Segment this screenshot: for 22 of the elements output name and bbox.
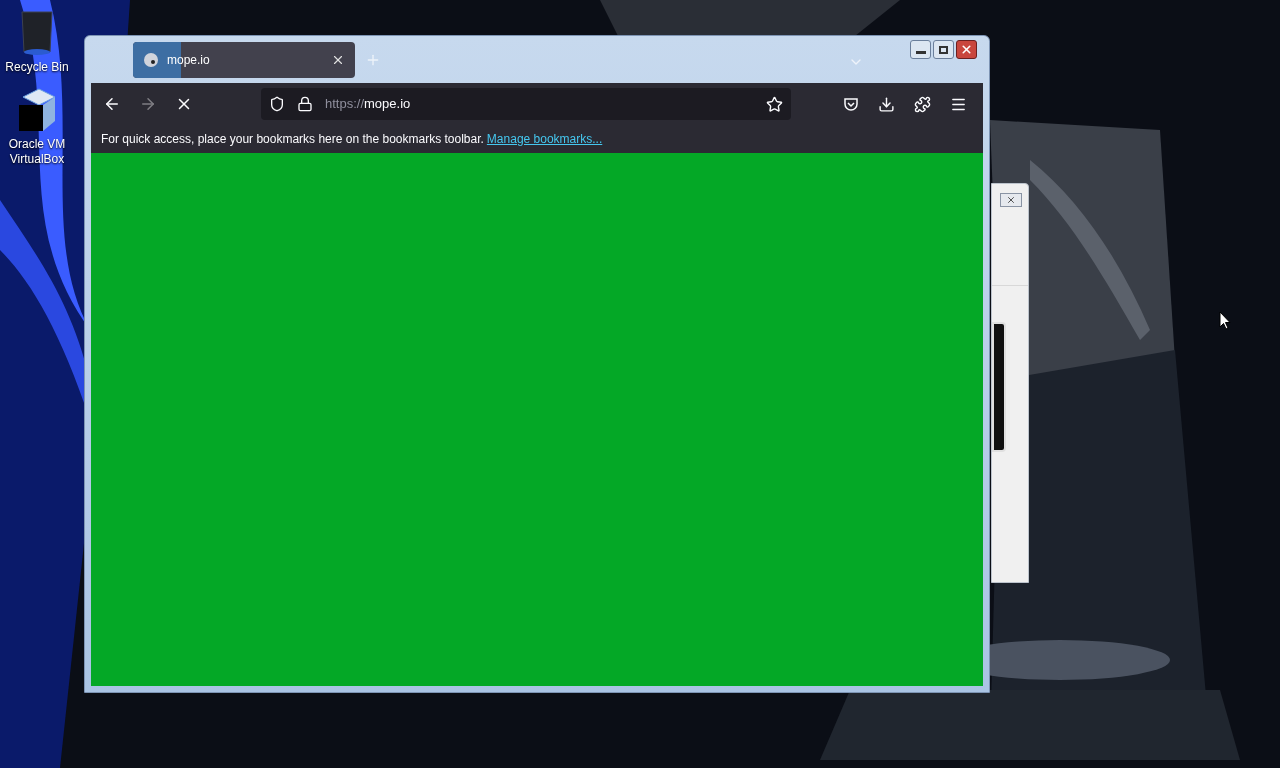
- lock-icon[interactable]: [297, 96, 313, 112]
- tab-title: mope.io: [167, 51, 211, 69]
- puzzle-icon[interactable]: [914, 95, 931, 113]
- close-icon: [960, 43, 973, 56]
- download-icon[interactable]: [878, 95, 895, 113]
- minimize-button[interactable]: [910, 40, 931, 59]
- manage-bookmarks-link[interactable]: Manage bookmarks...: [486, 130, 603, 148]
- forward-icon[interactable]: [139, 95, 157, 113]
- shield-icon[interactable]: [269, 96, 285, 112]
- bookmark-star-icon[interactable]: [766, 95, 783, 113]
- browser-tab[interactable]: mope.io: [133, 41, 355, 78]
- globe-icon: [143, 51, 159, 68]
- bookmarks-message: For quick access, place your bookmarks here on the bookmarks toolbar.: [101, 131, 484, 148]
- trash-bin-icon[interactable]: [20, 8, 54, 56]
- back-icon[interactable]: [103, 95, 121, 113]
- address-bar[interactable]: https://mope.io: [261, 88, 791, 120]
- close-button[interactable]: [956, 40, 977, 59]
- mouse-cursor-icon: [1219, 311, 1231, 330]
- close-icon[interactable]: [1000, 193, 1022, 207]
- maximize-button[interactable]: [933, 40, 954, 59]
- url-text: https://mope.io: [325, 95, 412, 114]
- pocket-icon[interactable]: [843, 96, 859, 112]
